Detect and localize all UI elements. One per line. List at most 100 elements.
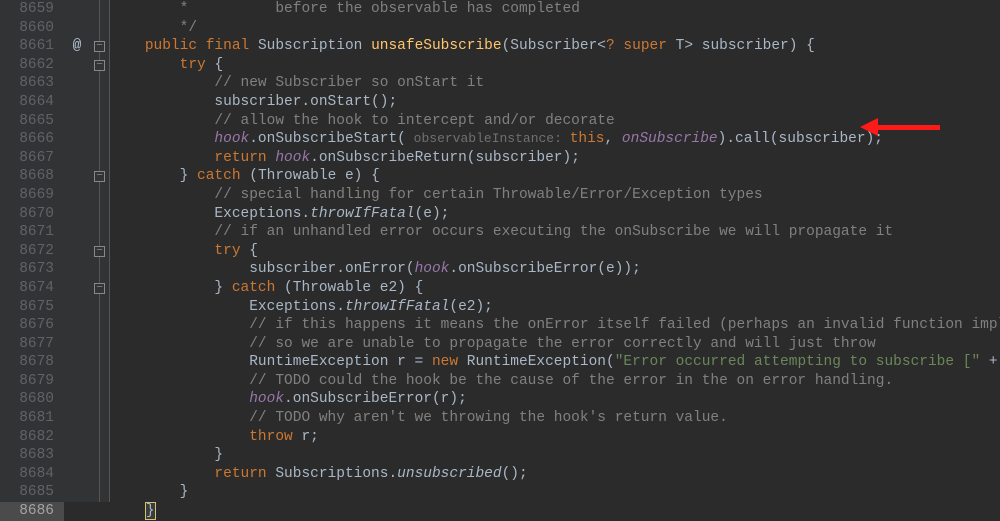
line-number[interactable]: 8680: [0, 390, 64, 409]
line-number[interactable]: 8683: [0, 446, 64, 465]
code-token: Exceptions.: [214, 206, 310, 222]
code-token: + e: [980, 354, 1000, 370]
code-token: ).call(subscriber);: [718, 131, 883, 147]
line-number[interactable]: 8668: [0, 167, 64, 186]
code-line[interactable]: hook.onSubscribeError(r);: [110, 390, 1000, 409]
code-line[interactable]: } catch (Throwable e) {: [110, 167, 1000, 186]
code-line[interactable]: subscriber.onStart();: [110, 93, 1000, 112]
code-line[interactable]: // TODO could the hook be the cause of t…: [110, 372, 1000, 391]
line-number[interactable]: 8663: [0, 74, 64, 93]
line-number[interactable]: 8664: [0, 93, 64, 112]
code-line[interactable]: Exceptions.throwIfFatal(e);: [110, 205, 1000, 224]
code-token: (Subscriber<: [502, 38, 606, 54]
line-number[interactable]: 8666: [0, 130, 64, 149]
override-annotation-icon[interactable]: @: [64, 37, 90, 56]
code-line[interactable]: Exceptions.throwIfFatal(e2);: [110, 298, 1000, 317]
code-line[interactable]: subscriber.onError(hook.onSubscribeError…: [110, 260, 1000, 279]
code-token: */: [180, 20, 197, 36]
fold-toggle-icon[interactable]: −: [94, 171, 105, 182]
line-number[interactable]: 8684: [0, 465, 64, 484]
code-token: Subscriptions.: [275, 466, 397, 482]
code-token: (e2);: [449, 299, 493, 315]
code-line[interactable]: return hook.onSubscribeReturn(subscriber…: [110, 149, 1000, 168]
line-number[interactable]: 8672: [0, 242, 64, 261]
code-line[interactable]: } catch (Throwable e2) {: [110, 279, 1000, 298]
code-token: {: [249, 243, 258, 259]
code-token: // allow the hook to intercept and/or de…: [214, 113, 614, 129]
code-token: // if an unhandled error occurs executin…: [214, 224, 893, 240]
code-line[interactable]: // TODO why aren't we throwing the hook'…: [110, 409, 1000, 428]
code-line[interactable]: return Subscriptions.unsubscribed();: [110, 465, 1000, 484]
code-token: throw: [249, 429, 301, 445]
code-line[interactable]: RuntimeException r = new RuntimeExceptio…: [110, 353, 1000, 372]
code-token: .onSubscribeReturn(subscriber);: [310, 150, 580, 166]
code-token: r;: [301, 429, 318, 445]
fold-column: − − − − −: [90, 0, 110, 502]
line-number[interactable]: 8676: [0, 316, 64, 335]
code-line[interactable]: }: [110, 446, 1000, 465]
code-line[interactable]: throw r;: [110, 428, 1000, 447]
line-number[interactable]: 8685: [0, 483, 64, 502]
line-number[interactable]: 8686: [0, 502, 64, 521]
line-number[interactable]: 8671: [0, 223, 64, 242]
code-line[interactable]: try {: [110, 56, 1000, 75]
code-line[interactable]: try {: [110, 242, 1000, 261]
fold-toggle-icon[interactable]: −: [94, 283, 105, 294]
code-line[interactable]: public final Subscription unsafeSubscrib…: [110, 37, 1000, 56]
code-line[interactable]: // if this happens it means the onError …: [110, 316, 1000, 335]
code-line[interactable]: }: [110, 483, 1000, 502]
code-editor-content[interactable]: * before the observable has completed */…: [110, 0, 1000, 521]
code-token: T> subscriber) {: [676, 38, 815, 54]
code-token: // TODO why aren't we throwing the hook'…: [249, 410, 728, 426]
fold-toggle-icon[interactable]: −: [94, 41, 105, 52]
line-number[interactable]: 8678: [0, 353, 64, 372]
line-number[interactable]: 8660: [0, 19, 64, 38]
code-token: this: [570, 131, 605, 147]
code-token: public final: [145, 38, 258, 54]
code-token: hook: [249, 391, 284, 407]
code-token: throwIfFatal: [345, 299, 449, 315]
code-line[interactable]: // special handling for certain Throwabl…: [110, 186, 1000, 205]
code-token: try: [180, 57, 215, 73]
fold-toggle-icon[interactable]: −: [94, 60, 105, 71]
line-number[interactable]: 8679: [0, 372, 64, 391]
line-number[interactable]: 8670: [0, 205, 64, 224]
code-token: // new Subscriber so onStart it: [214, 75, 484, 91]
line-number[interactable]: 8681: [0, 409, 64, 428]
line-number[interactable]: 8677: [0, 335, 64, 354]
line-number[interactable]: 8667: [0, 149, 64, 168]
code-token: new: [432, 354, 467, 370]
code-token: return: [214, 466, 275, 482]
line-number[interactable]: 8659: [0, 0, 64, 19]
code-line[interactable]: * before the observable has completed: [110, 0, 1000, 19]
code-line[interactable]: }: [110, 502, 1000, 521]
code-line[interactable]: // if an unhandled error occurs executin…: [110, 223, 1000, 242]
callout-arrow-icon: [860, 118, 940, 136]
line-number[interactable]: 8674: [0, 279, 64, 298]
code-token: "Error occurred attempting to subscribe …: [615, 354, 980, 370]
line-number[interactable]: 8665: [0, 112, 64, 131]
code-token: .onSubscribeStart(: [249, 131, 406, 147]
code-line[interactable]: */: [110, 19, 1000, 38]
line-number[interactable]: 8673: [0, 260, 64, 279]
code-token: ();: [502, 466, 528, 482]
code-token: }: [180, 168, 197, 184]
code-token: unsubscribed: [397, 466, 501, 482]
fold-toggle-icon[interactable]: −: [94, 246, 105, 257]
code-token: .onSubscribeError(r);: [284, 391, 467, 407]
code-line[interactable]: // new Subscriber so onStart it: [110, 74, 1000, 93]
code-token: unsafeSubscribe: [371, 38, 502, 54]
line-number[interactable]: 8669: [0, 186, 64, 205]
code-token: RuntimeException r =: [249, 354, 432, 370]
line-number[interactable]: 8661: [0, 37, 64, 56]
code-token: return: [214, 150, 275, 166]
code-token: // if this happens it means the onError …: [249, 317, 1000, 333]
code-line[interactable]: // so we are unable to propagate the err…: [110, 335, 1000, 354]
line-number[interactable]: 8675: [0, 298, 64, 317]
code-token: (e);: [415, 206, 450, 222]
code-token: }: [214, 280, 231, 296]
code-token: ,: [605, 131, 622, 147]
line-number[interactable]: 8662: [0, 56, 64, 75]
code-token: * before the observable has completed: [180, 1, 580, 17]
line-number[interactable]: 8682: [0, 428, 64, 447]
